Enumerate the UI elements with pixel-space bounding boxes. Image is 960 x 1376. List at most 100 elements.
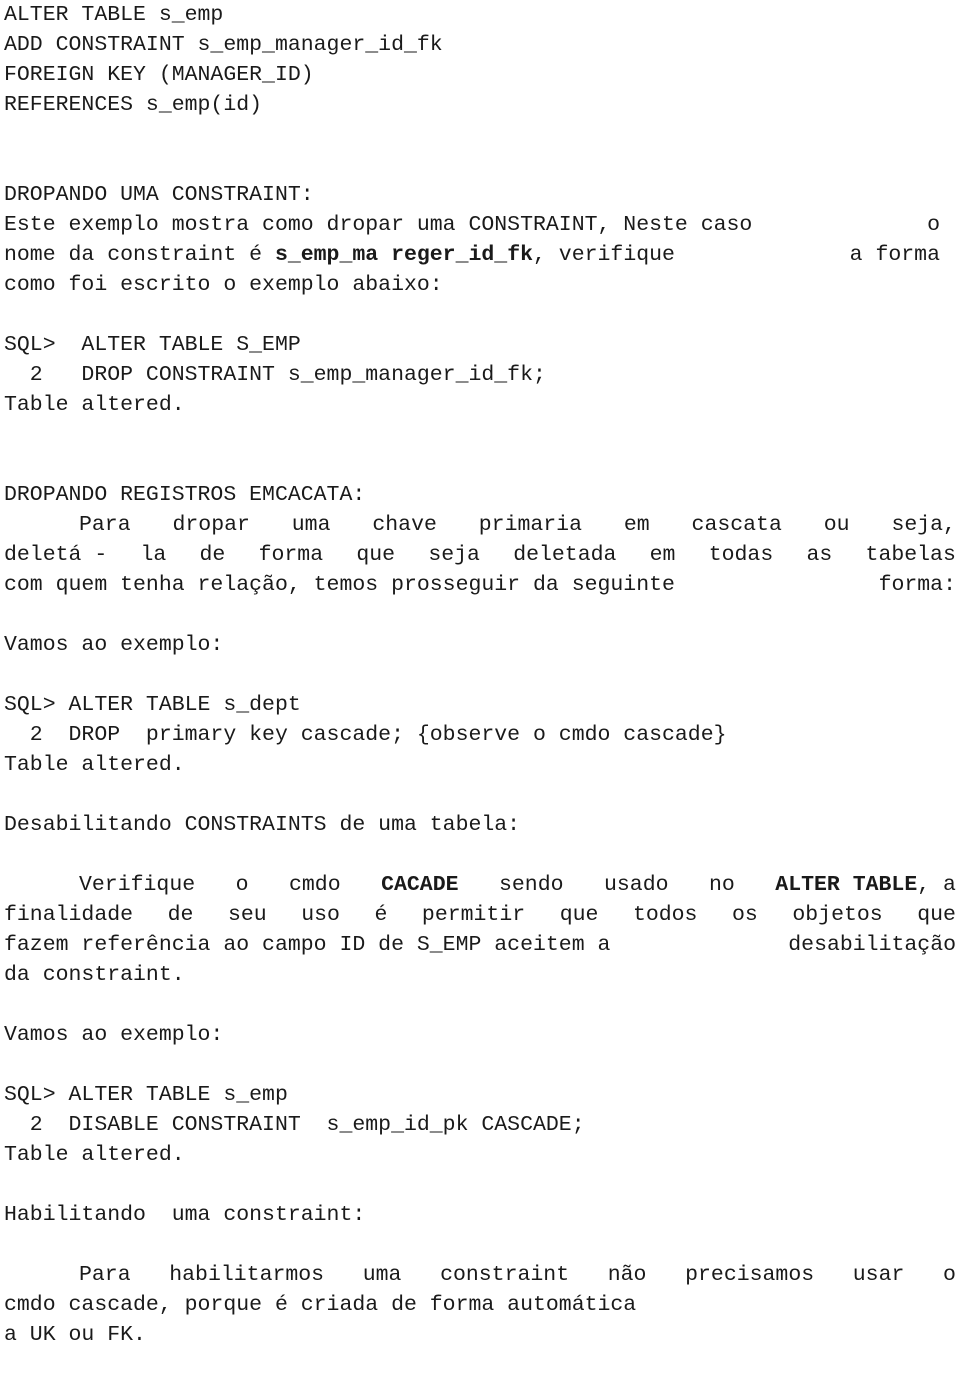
paragraph-text: as (806, 543, 833, 567)
paragraph-dropando-constraint: Este exemplo mostra como dropar uma CONS… (4, 210, 956, 300)
paragraph-text: que (917, 903, 956, 927)
paragraph-text: cascata (691, 513, 782, 537)
paragraph-line: Para habilitarmos uma constraint não precisam… (4, 1260, 956, 1290)
paragraph-text: permitir (421, 903, 526, 927)
paragraph-text: finalidade (4, 903, 134, 927)
paragraph-text: de (167, 903, 194, 927)
paragraph-line: Verifique o cmdo CACADE sendo usado no ALTER TA… (4, 870, 956, 900)
paragraph-line: como foi escrito o exemplo abaixo: (4, 273, 443, 297)
paragraph-text: habilitarmos (169, 1263, 325, 1287)
paragraph-text: os (732, 903, 758, 927)
paragraph-text: não (607, 1263, 647, 1287)
result-table-altered: Table altered. (4, 1143, 185, 1167)
paragraph-text: todas (708, 543, 774, 567)
paragraph-text: la (140, 543, 167, 567)
paragraph-text: deletada (513, 543, 617, 567)
paragraph-text: a forma (849, 243, 940, 267)
code-line: ALTER TABLE s_emp (4, 3, 224, 27)
sql-block-fk-definition: ALTER TABLE s_emp ADD CONSTRAINT s_emp_m… (4, 0, 956, 120)
paragraph-line: nome da constraint é s_emp_ma reger_id_f… (4, 240, 940, 270)
code-line: 2 DROP CONSTRAINT s_emp_manager_id_fk; (4, 363, 546, 387)
paragraph-text: desabilitação (788, 933, 956, 957)
sql-block-drop-primary-key-cascade: SQL> ALTER TABLE s_dept 2 DROP primary k… (4, 690, 956, 750)
paragraph-text: com quem tenha relação, temos prosseguir… (4, 573, 675, 597)
paragraph-text: o (927, 213, 940, 237)
heading-dropando-constraint: DROPANDO UMA CONSTRAINT: (4, 183, 314, 207)
paragraph-text: que (356, 543, 396, 567)
lead-vamos-ao-exemplo: Vamos ao exemplo: (4, 1023, 224, 1047)
code-line: SQL> ALTER TABLE s_dept (4, 693, 301, 717)
paragraph-text: sendo (499, 873, 564, 897)
paragraph-text: Verifique (79, 873, 196, 897)
paragraph-dropando-registros: Para dropar uma chave primaria em cascata ou sej… (4, 510, 956, 600)
code-line: ADD CONSTRAINT s_emp_manager_id_fk (4, 33, 443, 57)
paragraph-text: que (559, 903, 599, 927)
paragraph-line: da constraint. (4, 963, 185, 987)
paragraph-text: usado (604, 873, 669, 897)
alter-table-keyword-bold: ALTER TABLE (775, 873, 918, 897)
paragraph-text: constraint (440, 1263, 570, 1287)
code-line: 2 DISABLE CONSTRAINT s_emp_id_pk CASCADE… (4, 1113, 585, 1137)
paragraph-text: ALTER TABLE, a (775, 870, 956, 900)
paragraph-text: uso (301, 903, 340, 927)
paragraph-text: fazem referência ao campo ID de S_EMP ac… (4, 933, 611, 957)
code-line: FOREIGN KEY (MANAGER_ID) (4, 63, 314, 87)
heading-desabilitando-constraints: Desabilitando CONSTRAINTS de uma tabela: (4, 813, 521, 837)
paragraph-text-run: , a (917, 873, 956, 897)
result-table-altered: Table altered. (4, 753, 185, 777)
paragraph-desabilitando: Verifique o cmdo CACADE sendo usado no ALTER TA… (4, 870, 956, 990)
paragraph-text: Este exemplo mostra como dropar uma CONS… (4, 213, 753, 237)
constraint-name-bold: s_emp_ma reger_id_fk (274, 243, 533, 267)
cacade-keyword-bold: CACADE (381, 873, 459, 897)
paragraph-text: seu (227, 903, 267, 927)
lead-vamos-ao-exemplo: Vamos ao exemplo: (4, 633, 224, 657)
paragraph-text: Para (79, 1263, 131, 1287)
paragraph-line: Para dropar uma chave primaria em cascata ou sej… (4, 510, 956, 540)
paragraph-line: cmdo cascade, porque é criada de forma a… (4, 1293, 637, 1317)
document-body: ALTER TABLE s_emp ADD CONSTRAINT s_emp_m… (0, 0, 960, 1350)
paragraph-text: objetos (792, 903, 883, 927)
paragraph-line: deletá - la de forma que seja deletada em todas a… (4, 540, 956, 570)
result-table-altered: Table altered. (4, 393, 185, 417)
paragraph-text-run: , verifique (533, 243, 675, 267)
document-page: ALTER TABLE s_emp ADD CONSTRAINT s_emp_m… (0, 0, 960, 1376)
paragraph-text-run: nome da constraint é (4, 243, 275, 267)
paragraph-text: primaria (478, 513, 582, 537)
paragraph-text: nome da constraint é s_emp_ma reger_id_f… (4, 240, 675, 270)
paragraph-text: tabelas (865, 543, 956, 567)
paragraph-line: a UK ou FK. (4, 1323, 146, 1347)
code-line: 2 DROP primary key cascade; {observe o c… (4, 723, 727, 747)
paragraph-text: deletá - (4, 543, 108, 567)
paragraph-text: o (943, 1263, 956, 1287)
paragraph-text: seja, (891, 513, 956, 537)
paragraph-line: finalidade de seu uso é permitir que todos os obj… (4, 900, 956, 930)
paragraph-text: no (709, 873, 735, 897)
heading-habilitando-constraint: Habilitando uma constraint: (4, 1203, 366, 1227)
paragraph-text: em (649, 543, 676, 567)
paragraph-text: usar (852, 1263, 905, 1287)
paragraph-text: forma: (878, 573, 956, 597)
code-line: SQL> ALTER TABLE S_EMP (4, 333, 301, 357)
paragraph-text: todos (632, 903, 698, 927)
paragraph-habilitando: Para habilitarmos uma constraint não precisam… (4, 1260, 956, 1350)
paragraph-line: Este exemplo mostra como dropar uma CONS… (4, 210, 940, 240)
paragraph-line: fazem referência ao campo ID de S_EMP ac… (4, 930, 956, 960)
paragraph-text: precisamos (685, 1263, 815, 1287)
paragraph-text: uma (362, 1263, 402, 1287)
paragraph-text: seja (428, 543, 480, 567)
sql-block-disable-constraint: SQL> ALTER TABLE s_emp 2 DISABLE CONSTRA… (4, 1080, 956, 1140)
paragraph-text: forma (258, 543, 324, 567)
heading-dropando-registros: DROPANDO REGISTROS EMCACATA: (4, 483, 366, 507)
